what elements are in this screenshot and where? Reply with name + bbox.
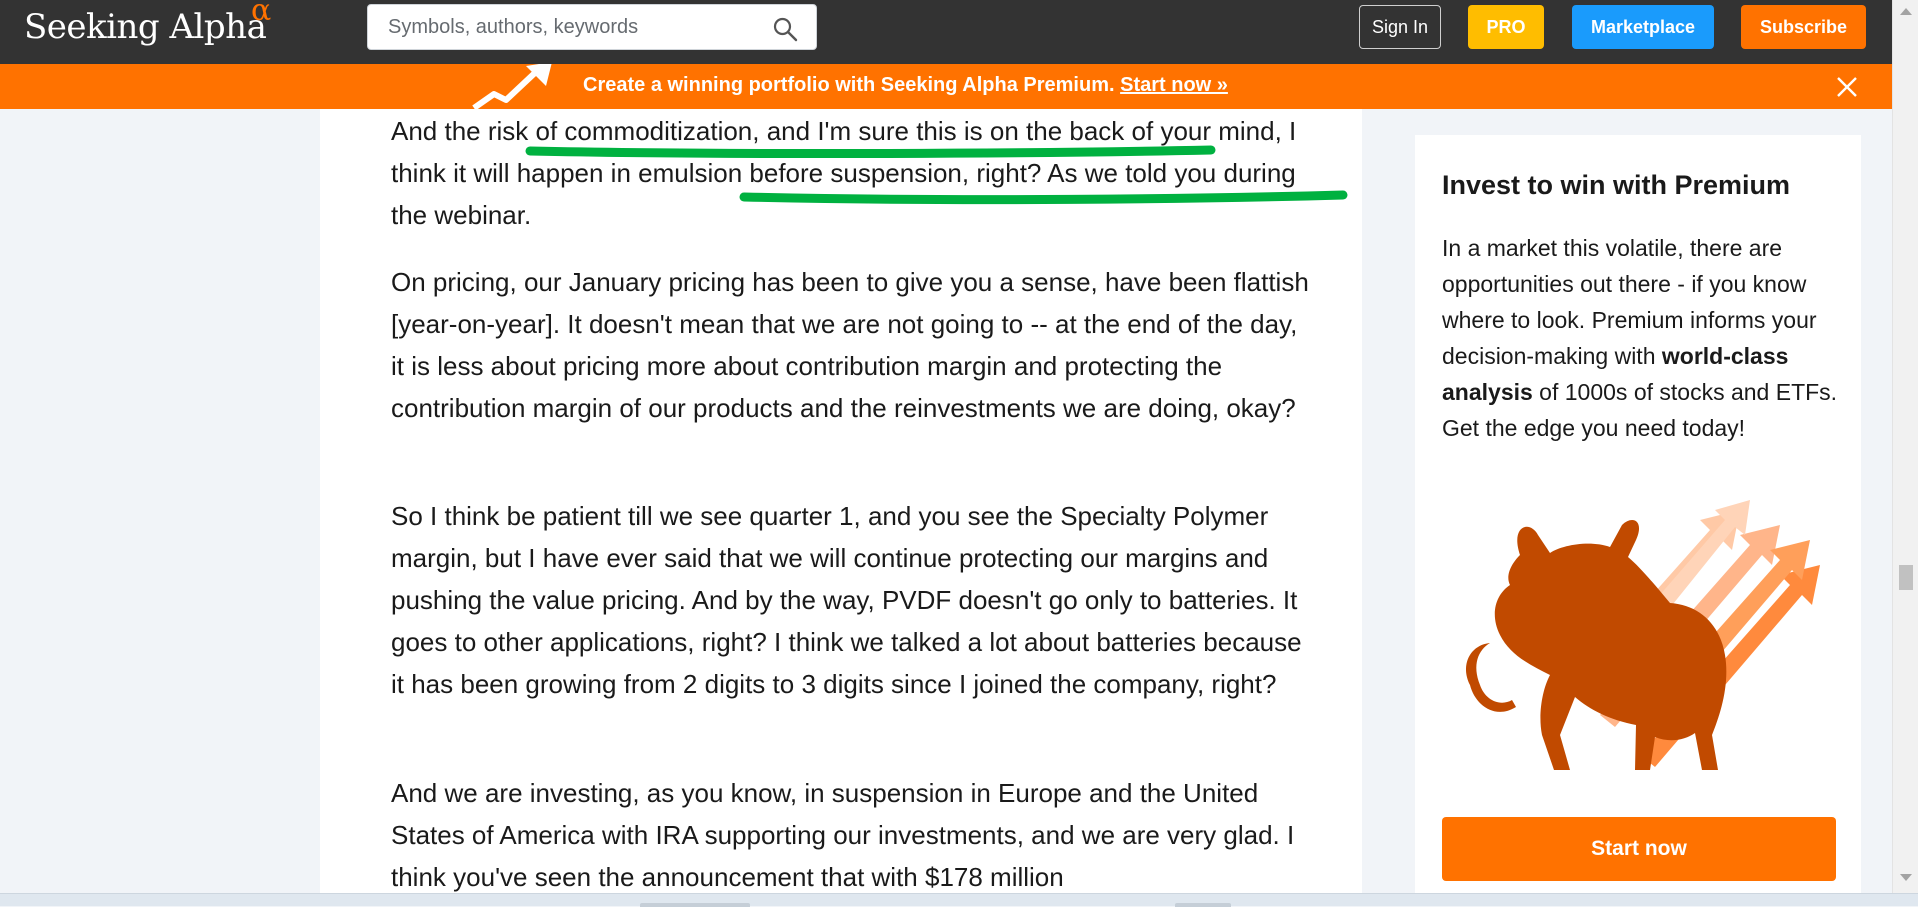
rising-arrow-icon [472,64,552,109]
banner-message: Create a winning portfolio with Seeking … [583,74,1115,96]
sign-in-button[interactable]: Sign In [1359,5,1441,49]
seeking-alpha-logo[interactable]: Seeking Alpha α [24,0,271,50]
bull-icon [1466,500,1820,770]
taskbar-item[interactable] [640,903,750,907]
start-now-button[interactable]: Start now [1442,817,1836,881]
article-paragraph: And the risk of commoditization, and I'm… [391,116,1297,230]
article-paragraph: So I think be patient till we see quarte… [391,501,1302,699]
scrollbar-thumb[interactable] [1899,565,1913,590]
scroll-down-arrow-icon[interactable] [1900,874,1912,881]
subscribe-button[interactable]: Subscribe [1741,5,1866,49]
search-box[interactable] [367,4,817,50]
premium-sidebar-ad: Invest to win with Premium In a market t… [1415,135,1861,895]
marketplace-button[interactable]: Marketplace [1572,5,1714,49]
article-body: And the risk of commoditization, and I'm… [320,109,1362,893]
taskbar-item[interactable] [1175,903,1231,907]
search-input[interactable] [386,13,766,41]
banner-start-now-link[interactable]: Start now » [1120,74,1228,96]
bottom-taskbar-edge [0,893,1918,907]
scroll-up-arrow-icon[interactable] [1900,8,1912,15]
vertical-scrollbar[interactable] [1892,0,1918,893]
premium-promo-banner: Create a winning portfolio with Seeking … [0,64,1892,109]
article-paragraph: On pricing, our January pricing has been… [391,267,1309,423]
sidebar-title: Invest to win with Premium [1442,170,1791,200]
banner-text: Create a winning portfolio with Seeking … [583,74,1228,97]
close-icon[interactable] [1834,74,1860,100]
search-icon[interactable] [772,16,798,42]
logo-alpha-symbol: α [251,0,271,28]
sidebar-body: In a market this volatile, there are opp… [1442,230,1842,446]
article-paragraph: And we are investing, as you know, in su… [391,778,1295,892]
logo-text: Seeking Alpha [24,7,267,47]
top-navigation-bar: Seeking Alpha α Sign In PRO Marketplace … [0,0,1892,64]
pro-button[interactable]: PRO [1468,5,1544,49]
